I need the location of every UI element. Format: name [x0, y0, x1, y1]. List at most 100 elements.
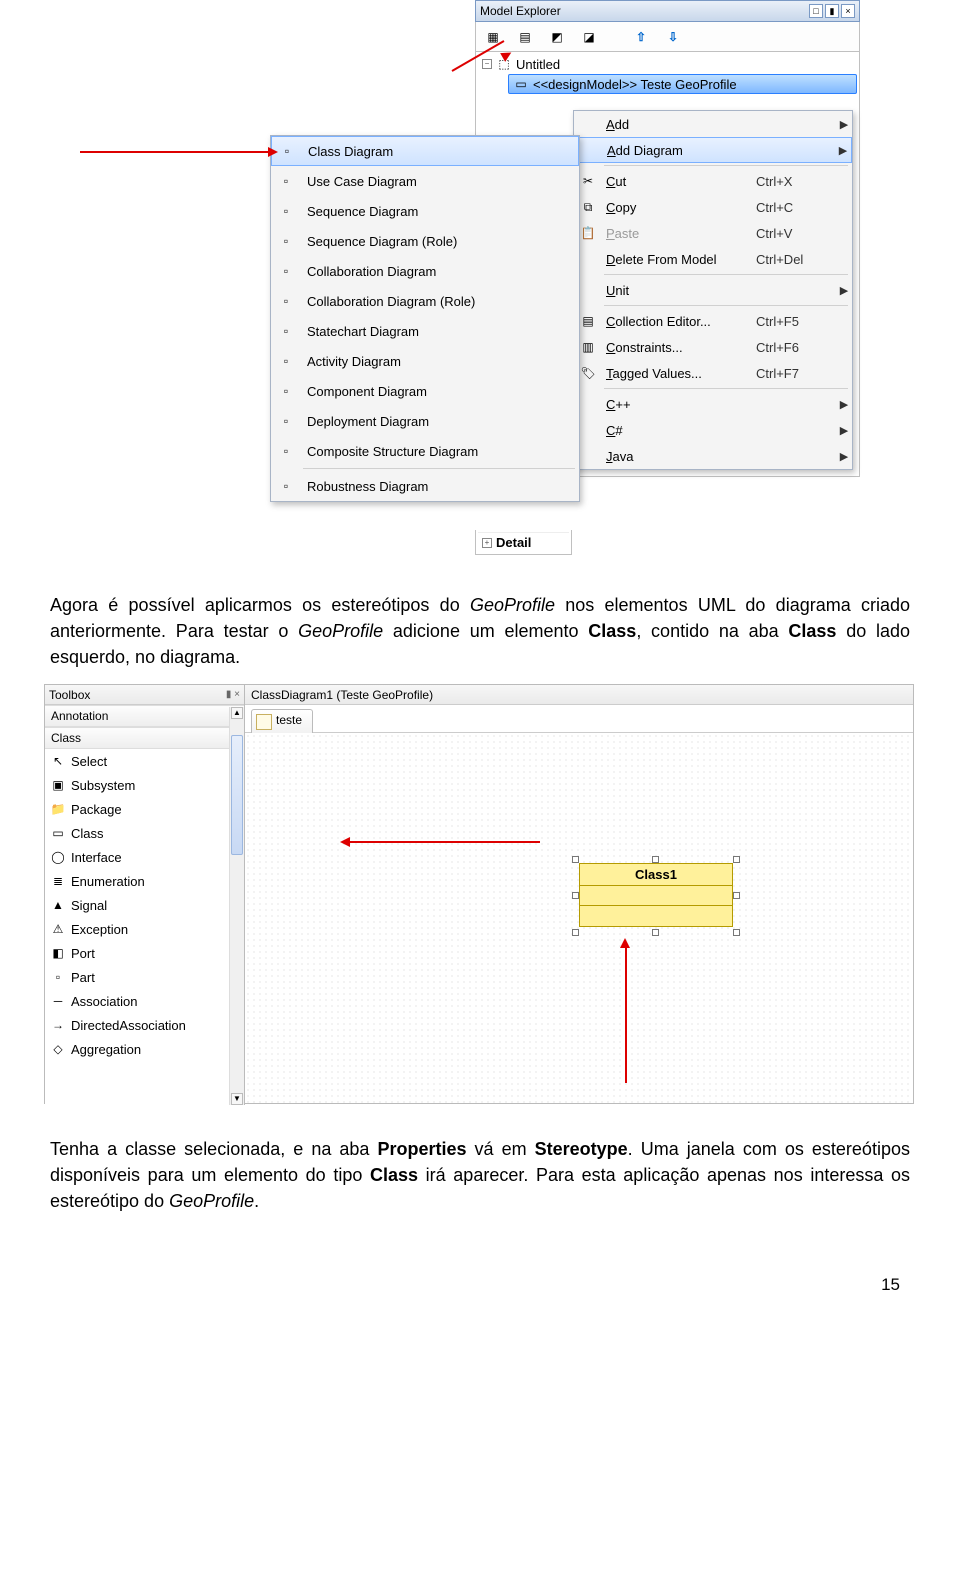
submenu-label: Statechart Diagram	[301, 324, 579, 339]
sequence-diagram-icon: ▫	[271, 196, 301, 226]
tool2-icon[interactable]: ▤	[514, 26, 536, 48]
resize-handle[interactable]	[733, 892, 740, 899]
minimize-icon[interactable]: □	[809, 4, 823, 18]
resize-handle[interactable]	[652, 929, 659, 936]
context-menu-item[interactable]: ✂CutCtrl+X	[574, 168, 852, 194]
collapse-icon[interactable]: −	[482, 59, 492, 69]
menu-label: Tagged Values...	[602, 366, 756, 381]
tool4-icon[interactable]: ◪	[578, 26, 600, 48]
context-menu-item[interactable]: Add Diagram▶	[574, 137, 852, 163]
tab-teste[interactable]: teste	[251, 709, 313, 733]
submenu-label: Composite Structure Diagram	[301, 444, 579, 459]
toolbox-item[interactable]: 📁Package	[45, 797, 244, 821]
toolbox-item[interactable]: ≣Enumeration	[45, 869, 244, 893]
tree-root[interactable]: − ⬚ Untitled	[478, 54, 857, 74]
pin-icon[interactable]: ▮	[825, 4, 839, 18]
submenu-arrow-icon: ▶	[836, 284, 852, 297]
toolbox-item-label: Signal	[71, 898, 107, 913]
canvas-header: ClassDiagram1 (Teste GeoProfile)	[245, 685, 913, 705]
submenu-item[interactable]: ▫Statechart Diagram	[271, 316, 579, 346]
canvas-title: ClassDiagram1 (Teste GeoProfile)	[251, 688, 433, 702]
context-menu: Add ▶ Add Diagram▶ ✂CutCtrl+X⧉CopyCtrl+C📋Pa…	[573, 110, 853, 470]
resize-handle[interactable]	[733, 929, 740, 936]
resize-handle[interactable]	[733, 856, 740, 863]
activity-diagram-icon: ▫	[271, 346, 301, 376]
menu-label: Add	[602, 117, 756, 132]
toolbox-item[interactable]: ⚠Exception	[45, 917, 244, 941]
context-menu-item[interactable]: ▥Constraints...Ctrl+F6	[574, 334, 852, 360]
context-menu-item[interactable]: Java▶	[574, 443, 852, 469]
toolbox-item[interactable]: ◯Interface	[45, 845, 244, 869]
uml-class-element[interactable]: Class1	[579, 863, 733, 929]
context-menu-item[interactable]: Add ▶	[574, 111, 852, 137]
scrollbar[interactable]: ▲ ▼	[229, 707, 244, 1105]
menu-shortcut: Ctrl+Del	[756, 252, 836, 267]
toolbox-item[interactable]: ▣Subsystem	[45, 773, 244, 797]
toolbox-item-label: DirectedAssociation	[71, 1018, 186, 1033]
toolbox-item[interactable]: ↖Select	[45, 749, 244, 773]
scrollbar-thumb[interactable]	[231, 735, 243, 855]
resize-handle[interactable]	[572, 929, 579, 936]
submenu-item[interactable]: ▫Composite Structure Diagram	[271, 436, 579, 466]
menu-shortcut: Ctrl+C	[756, 200, 836, 215]
submenu-item[interactable]: ▫Sequence Diagram	[271, 196, 579, 226]
pin-icon[interactable]: ▮ ×	[226, 689, 240, 700]
submenu-item[interactable]: ▫Robustness Diagram	[271, 471, 579, 501]
context-menu-item[interactable]: C#▶	[574, 417, 852, 443]
detail-row[interactable]: + Detail	[478, 532, 569, 552]
up-arrow-icon[interactable]: ⇧	[630, 26, 652, 48]
resize-handle[interactable]	[572, 856, 579, 863]
submenu-arrow-icon: ▶	[836, 450, 852, 463]
expand-icon[interactable]: +	[482, 538, 492, 548]
submenu-item[interactable]: ▫Sequence Diagram (Role)	[271, 226, 579, 256]
subsystem-icon: ▣	[49, 776, 67, 794]
context-menu-item[interactable]: Delete From ModelCtrl+Del	[574, 246, 852, 272]
part-icon: ▫	[49, 968, 67, 986]
submenu-item[interactable]: ▫Component Diagram	[271, 376, 579, 406]
cursor-icon: ↖	[49, 752, 67, 770]
tool1-icon[interactable]: ▦	[482, 26, 504, 48]
submenu-item[interactable]: ▫Activity Diagram	[271, 346, 579, 376]
scroll-down-icon[interactable]: ▼	[231, 1093, 243, 1105]
red-arrow-line	[80, 151, 270, 153]
tree-selected-node[interactable]: ▭ <<designModel>> Teste GeoProfile	[508, 74, 857, 94]
canvas-tab-bar: teste	[245, 705, 913, 733]
submenu-item[interactable]: ▫Deployment Diagram	[271, 406, 579, 436]
resize-handle[interactable]	[652, 856, 659, 863]
usecase-diagram-icon: ▫	[271, 166, 301, 196]
menu-label: Paste	[602, 226, 756, 241]
paragraph-2: Tenha a classe selecionada, e na aba Pro…	[50, 1136, 910, 1214]
toolbox-group-class[interactable]: Class ▴	[45, 727, 244, 749]
toolbox-item[interactable]: ─Association	[45, 989, 244, 1013]
toolbox-group-annotation[interactable]: Annotation ▾	[45, 705, 244, 727]
scroll-up-icon[interactable]: ▲	[231, 707, 243, 719]
submenu-item[interactable]: ▫Class Diagram	[271, 136, 579, 166]
toolbox-item[interactable]: ▲ Signal	[45, 893, 244, 917]
toolbox-item[interactable]: ◧Port	[45, 941, 244, 965]
context-menu-item[interactable]: ⧉CopyCtrl+C	[574, 194, 852, 220]
toolbox-item[interactable]: ◇Aggregation	[45, 1037, 244, 1061]
submenu-arrow-icon: ▶	[836, 118, 852, 131]
toolbox-item[interactable]: →DirectedAssociation	[45, 1013, 244, 1037]
close-icon[interactable]: ×	[841, 4, 855, 18]
toolbox-item[interactable]: ▭Class	[45, 821, 244, 845]
context-menu-item[interactable]: C++▶	[574, 391, 852, 417]
signal-icon: ▲	[49, 896, 67, 914]
context-menu-item[interactable]: 🏷Tagged Values...Ctrl+F7	[574, 360, 852, 386]
submenu-item[interactable]: ▫Collaboration Diagram (Role)	[271, 286, 579, 316]
context-menu-item[interactable]: Unit▶	[574, 277, 852, 303]
tool3-icon[interactable]: ◩	[546, 26, 568, 48]
toolbox-items: ↖Select▣Subsystem📁Package▭Class◯Interfac…	[45, 749, 244, 1061]
context-menu-item[interactable]: 📋PasteCtrl+V	[574, 220, 852, 246]
down-arrow-icon[interactable]: ⇩	[662, 26, 684, 48]
sequence-role-diagram-icon: ▫	[271, 226, 301, 256]
submenu-item[interactable]: ▫Collaboration Diagram	[271, 256, 579, 286]
toolbox-item-label: Interface	[71, 850, 122, 865]
context-menu-item[interactable]: ▤Collection Editor...Ctrl+F5	[574, 308, 852, 334]
diagram-canvas[interactable]: Class1	[245, 733, 913, 1103]
toolbox-item-label: Class	[71, 826, 104, 841]
submenu-item[interactable]: ▫Use Case Diagram	[271, 166, 579, 196]
toolbox-item-label: Association	[71, 994, 137, 1009]
toolbox-item[interactable]: ▫Part	[45, 965, 244, 989]
resize-handle[interactable]	[572, 892, 579, 899]
